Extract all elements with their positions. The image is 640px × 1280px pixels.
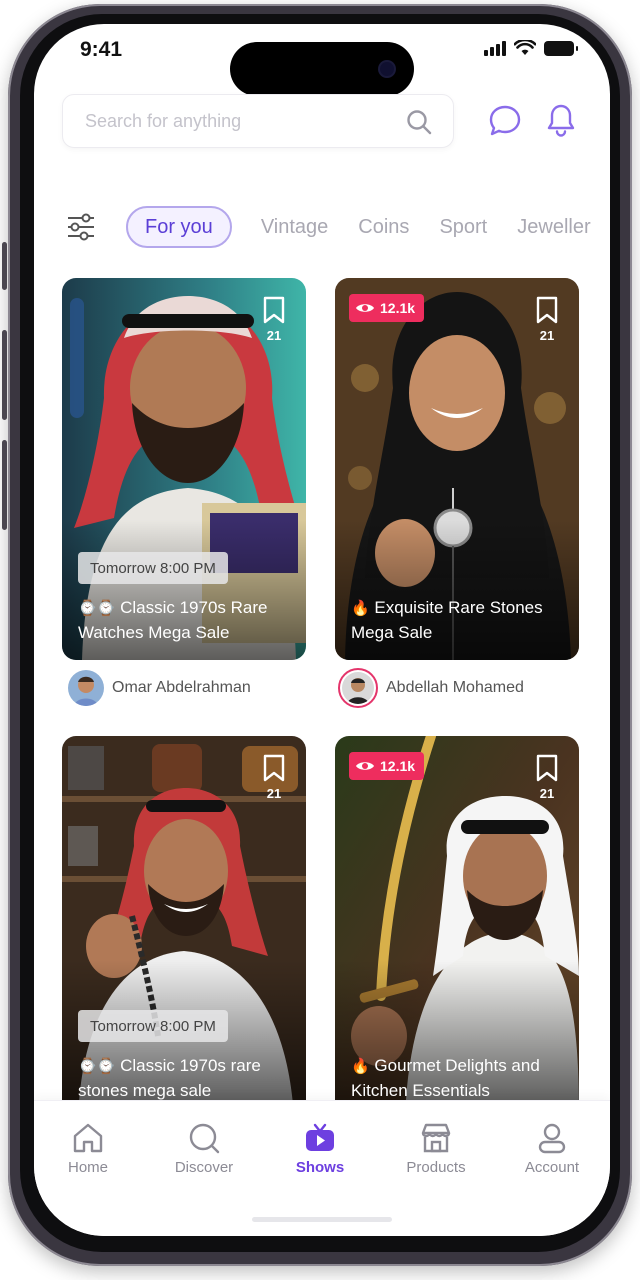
category-vintage[interactable]: Vintage xyxy=(246,206,343,248)
show-card[interactable]: 21 Tomorrow 8:00 PM ⌚⌚ Classic 1970s rar… xyxy=(62,736,306,1100)
search-icon[interactable] xyxy=(405,108,433,136)
category-tabs: For you Vintage Coins Sport Jeweller xyxy=(126,206,606,248)
bookmark-icon xyxy=(263,296,285,324)
chat-icon[interactable] xyxy=(488,104,522,138)
tab-discover[interactable]: Discover xyxy=(154,1121,254,1176)
avatar xyxy=(68,670,104,706)
author-name: Omar Abdelrahman xyxy=(112,679,251,696)
dynamic-island xyxy=(230,42,414,96)
category-jewellery[interactable]: Jeweller xyxy=(502,206,605,248)
category-coins[interactable]: Coins xyxy=(343,206,424,248)
bookmark-count: 21 xyxy=(266,328,282,343)
screen: 9:41 For you Vintage xyxy=(34,24,610,1236)
bookmark-icon xyxy=(536,754,558,782)
views-count: 12.1k xyxy=(380,758,416,774)
wifi-icon xyxy=(514,40,536,55)
mute-switch xyxy=(2,242,7,290)
volume-up-button xyxy=(2,330,7,420)
tv-play-icon xyxy=(306,1123,334,1151)
watch-emoji: ⌚⌚ xyxy=(78,600,116,617)
category-for-you[interactable]: For you xyxy=(126,206,232,248)
show-card[interactable]: 12.1k 21 🔥 Exquisite Rare Stones Mega Sa… xyxy=(335,278,579,660)
tab-label: Products xyxy=(406,1159,466,1176)
search-bar[interactable] xyxy=(62,94,454,148)
show-card[interactable]: 12.1k 21 🔥 Gourmet Delights and Kitchen … xyxy=(335,736,579,1100)
tab-label: Account xyxy=(524,1159,580,1176)
status-time: 9:41 xyxy=(80,38,123,61)
views-count: 12.1k xyxy=(380,300,416,316)
schedule-badge: Tomorrow 8:00 PM xyxy=(78,1010,228,1042)
tab-home[interactable]: Home xyxy=(38,1121,138,1176)
store-icon xyxy=(421,1123,451,1153)
bookmark-count: 21 xyxy=(539,786,555,801)
views-badge: 12.1k xyxy=(349,294,425,322)
fire-emoji: 🔥 xyxy=(351,600,370,617)
volume-down-button xyxy=(2,440,7,530)
bookmark-button[interactable]: 21 xyxy=(535,296,559,343)
show-title: 🔥 Exquisite Rare Stones Mega Sale xyxy=(351,598,543,642)
avatar xyxy=(338,668,378,708)
bottom-tab-bar: Home Discover Shows Products Account xyxy=(34,1100,610,1236)
author[interactable]: Omar Abdelrahman xyxy=(68,670,251,706)
views-badge: 12.1k xyxy=(349,752,425,780)
tab-label: Home xyxy=(67,1159,108,1176)
search-icon xyxy=(189,1123,220,1154)
bookmark-count: 21 xyxy=(266,786,282,801)
bookmark-count: 21 xyxy=(539,328,555,343)
status-icons xyxy=(484,40,578,56)
bookmark-button[interactable]: 21 xyxy=(262,296,286,343)
watch-emoji: ⌚⌚ xyxy=(78,1058,116,1075)
bookmark-button[interactable]: 21 xyxy=(262,754,286,801)
tab-products[interactable]: Products xyxy=(386,1121,486,1176)
user-icon xyxy=(538,1123,566,1154)
home-indicator xyxy=(252,1217,392,1222)
search-input[interactable] xyxy=(85,95,385,147)
battery-icon xyxy=(544,40,578,56)
tab-label: Discover xyxy=(174,1159,234,1176)
eye-icon xyxy=(356,304,374,312)
fire-emoji: 🔥 xyxy=(351,1058,370,1075)
author[interactable]: Abdellah Mohamed xyxy=(338,668,524,708)
tab-account[interactable]: Account xyxy=(502,1121,602,1176)
filter-icon[interactable] xyxy=(66,212,96,242)
bookmark-button[interactable]: 21 xyxy=(535,754,559,801)
show-title: ⌚⌚ Classic 1970s rare stones mega sale xyxy=(78,1056,261,1100)
schedule-badge: Tomorrow 8:00 PM xyxy=(78,552,228,584)
home-icon xyxy=(73,1123,103,1153)
bookmark-icon xyxy=(536,296,558,324)
tab-label: Shows xyxy=(295,1159,345,1176)
category-sport[interactable]: Sport xyxy=(424,206,502,248)
camera-icon xyxy=(380,62,394,76)
bell-icon[interactable] xyxy=(546,102,576,138)
tab-shows[interactable]: Shows xyxy=(270,1121,370,1176)
show-title: 🔥 Gourmet Delights and Kitchen Essential… xyxy=(351,1056,540,1100)
eye-icon xyxy=(356,762,374,770)
show-title: ⌚⌚ Classic 1970s Rare Watches Mega Sale xyxy=(78,598,268,642)
show-card[interactable]: 21 Tomorrow 8:00 PM ⌚⌚ Classic 1970s Rar… xyxy=(62,278,306,660)
bookmark-icon xyxy=(263,754,285,782)
signal-icon xyxy=(484,40,506,56)
author-name: Abdellah Mohamed xyxy=(386,679,524,696)
